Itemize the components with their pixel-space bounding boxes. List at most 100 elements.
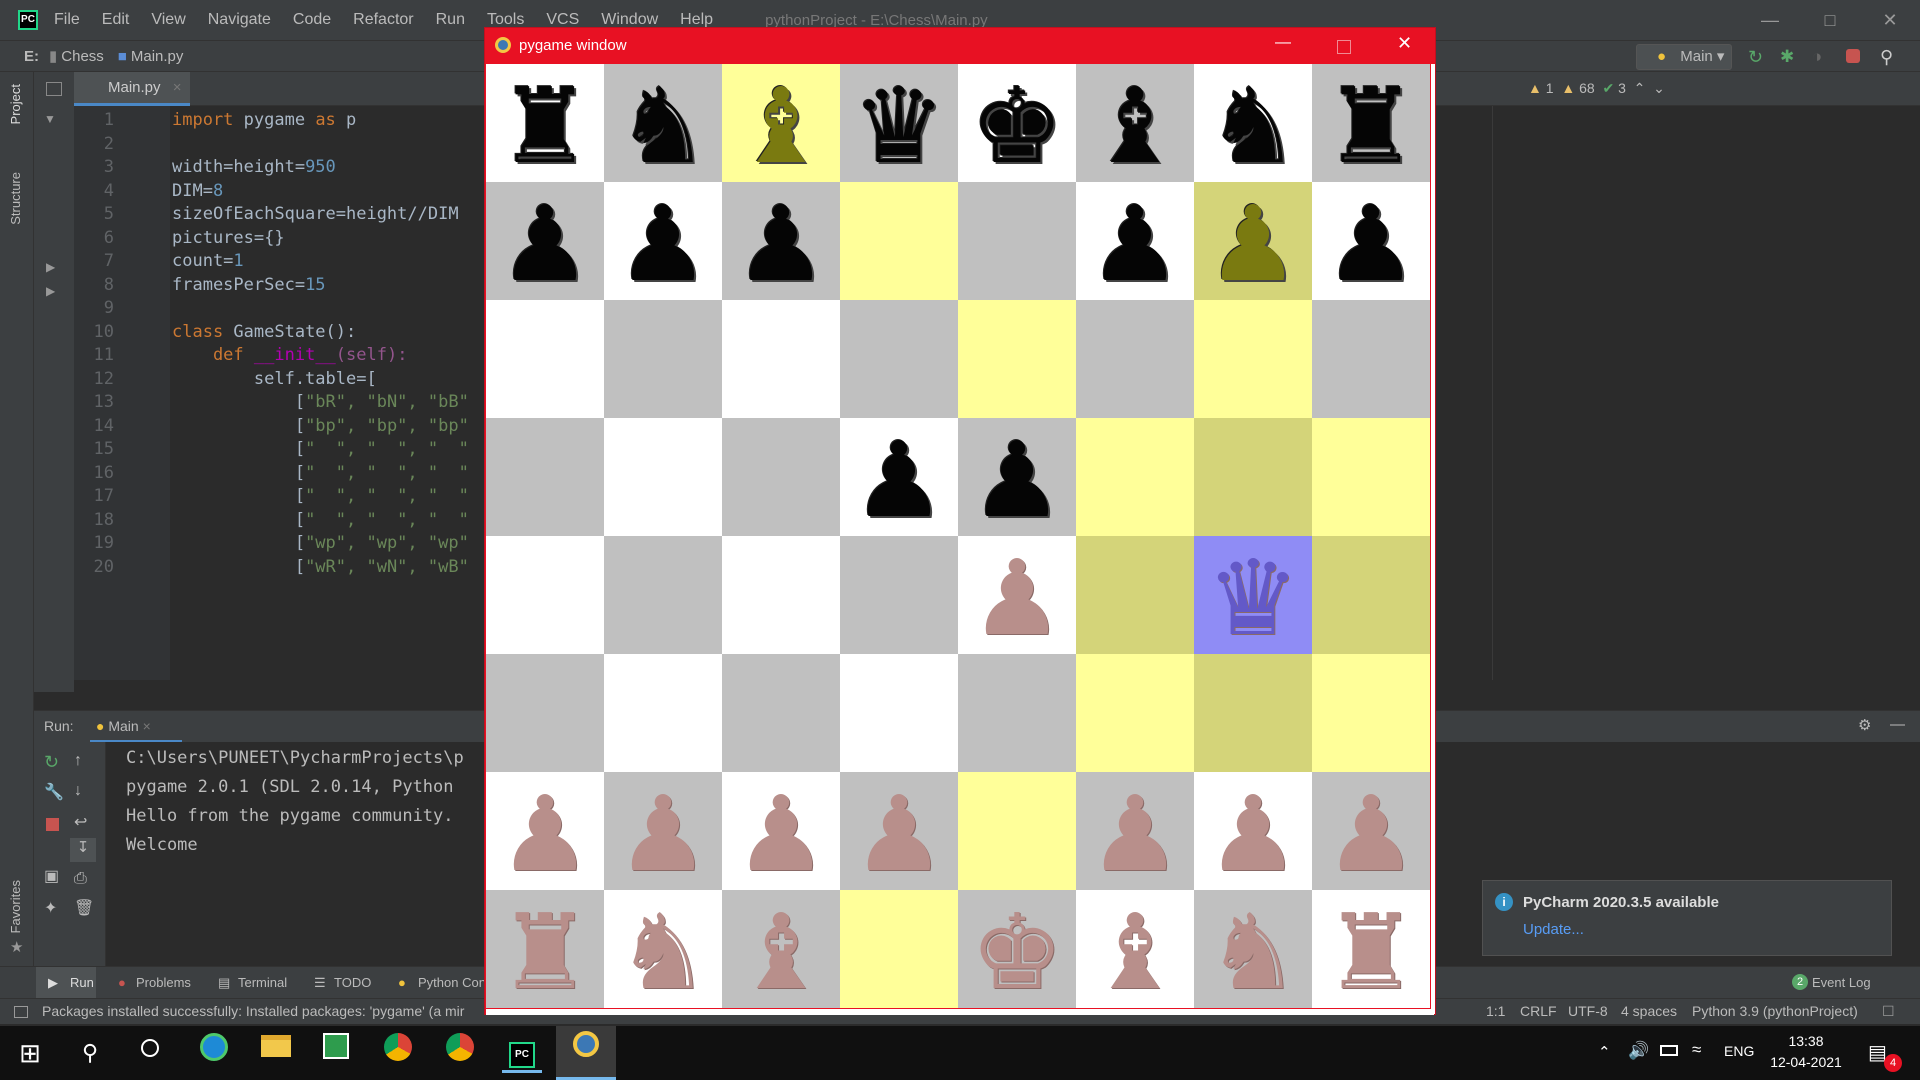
- black-pawn-icon[interactable]: ♟: [970, 428, 1063, 532]
- maximize-icon[interactable]: [1337, 40, 1351, 54]
- white-bishop-icon[interactable]: ♝: [1088, 900, 1181, 1004]
- menu-code[interactable]: Code: [293, 11, 331, 29]
- white-pawn-icon[interactable]: ♟: [616, 782, 709, 886]
- board-square[interactable]: [958, 654, 1076, 772]
- wifi-icon[interactable]: ≈: [1692, 1040, 1701, 1060]
- breadcrumb-drive[interactable]: E:: [24, 48, 39, 65]
- board-square[interactable]: ♚: [958, 890, 1076, 1008]
- board-square[interactable]: ♛: [1194, 536, 1312, 654]
- black-king-icon[interactable]: ♚: [970, 74, 1063, 178]
- edge-browser-icon[interactable]: [194, 1033, 234, 1073]
- white-king-icon[interactable]: ♚: [970, 900, 1063, 1004]
- board-square[interactable]: [840, 182, 958, 300]
- black-pawn-icon[interactable]: ♟: [852, 428, 945, 532]
- menu-view[interactable]: View: [151, 11, 185, 29]
- layout-icon[interactable]: ▣: [44, 866, 59, 886]
- board-square[interactable]: ♜: [486, 64, 604, 182]
- white-pawn-icon[interactable]: ♟: [1324, 782, 1417, 886]
- board-square[interactable]: ♟: [958, 536, 1076, 654]
- file-explorer-icon[interactable]: [256, 1033, 296, 1073]
- chevron-right-icon[interactable]: ▶: [46, 284, 55, 298]
- scroll-to-end-icon[interactable]: ↧: [70, 838, 96, 862]
- white-queen-icon[interactable]: ♛: [1206, 546, 1299, 650]
- tab-main-py[interactable]: Main.py ×: [74, 72, 190, 106]
- wrench-icon[interactable]: 🔧: [44, 782, 64, 802]
- debug-icon[interactable]: ✱: [1780, 47, 1800, 67]
- pin-icon[interactable]: ✦: [44, 898, 57, 918]
- menu-edit[interactable]: Edit: [102, 11, 130, 29]
- black-knight-icon[interactable]: ♞: [1206, 74, 1299, 178]
- search-icon[interactable]: ⚲: [70, 1033, 110, 1073]
- black-pawn-icon[interactable]: ♟: [498, 192, 591, 296]
- search-icon[interactable]: ⚲: [1880, 47, 1900, 67]
- board-square[interactable]: ♟: [840, 418, 958, 536]
- board-square[interactable]: ♛: [840, 64, 958, 182]
- chess-board[interactable]: ♜ ♞ ♝ ♛ ♚ ♝ ♞ ♜ ♟ ♟ ♟ ♟ ♟ ♟ ♟ ♟ ♟ ♛ ♟ ♟ ♟ ♟ ♟ ♟ ♟ ♜ ♞ ♝ ♚ ♝ ♞ ♜: [486, 64, 1431, 1009]
- board-square[interactable]: [604, 536, 722, 654]
- chevron-right-icon[interactable]: ▶: [46, 260, 55, 274]
- board-square[interactable]: [1194, 654, 1312, 772]
- black-bishop-icon[interactable]: ♝: [734, 74, 827, 178]
- board-square[interactable]: ♟: [958, 418, 1076, 536]
- board-square[interactable]: [604, 300, 722, 418]
- rerun-icon[interactable]: ↻: [44, 752, 59, 773]
- board-square[interactable]: [486, 654, 604, 772]
- chevron-up-icon[interactable]: ⌃: [1634, 80, 1646, 96]
- update-link[interactable]: Update...: [1523, 921, 1584, 938]
- status-message[interactable]: Packages installed successfully: Install…: [42, 1003, 464, 1019]
- soft-wrap-icon[interactable]: ↩: [74, 812, 87, 832]
- menu-refactor[interactable]: Refactor: [353, 11, 413, 29]
- board-square[interactable]: ♟: [1312, 772, 1430, 890]
- board-square[interactable]: ♞: [1194, 64, 1312, 182]
- bottom-tab-problems[interactable]: Problems: [136, 975, 191, 990]
- breadcrumb-file[interactable]: Main.py: [131, 48, 184, 65]
- structure-tool-tab[interactable]: Structure: [8, 172, 23, 225]
- photos-app-icon[interactable]: [316, 1033, 356, 1073]
- board-square[interactable]: [486, 536, 604, 654]
- bottom-tab-terminal[interactable]: Terminal: [238, 975, 287, 990]
- board-square[interactable]: [722, 654, 840, 772]
- line-separator[interactable]: CRLF: [1520, 1003, 1557, 1019]
- board-square[interactable]: ♟: [1194, 772, 1312, 890]
- pycharm-taskbar-icon[interactable]: PC: [502, 1033, 542, 1073]
- run-tab-main[interactable]: ● Main ×: [90, 711, 182, 743]
- indent-setting[interactable]: 4 spaces: [1621, 1003, 1677, 1019]
- board-square[interactable]: ♟: [1076, 182, 1194, 300]
- board-square[interactable]: [486, 418, 604, 536]
- pygame-title-bar[interactable]: pygame window — ✕: [485, 28, 1435, 64]
- minimize-icon[interactable]: —: [1275, 34, 1291, 52]
- maximize-icon[interactable]: □: [1800, 0, 1860, 40]
- board-square[interactable]: ♚: [958, 64, 1076, 182]
- stop-icon[interactable]: [1846, 49, 1860, 63]
- board-square[interactable]: ♞: [604, 890, 722, 1008]
- black-pawn-icon[interactable]: ♟: [616, 192, 709, 296]
- white-pawn-icon[interactable]: ♟: [734, 782, 827, 886]
- panel-toggle-icon[interactable]: [14, 1006, 28, 1018]
- board-square[interactable]: ♝: [1076, 64, 1194, 182]
- coverage-icon[interactable]: ◑: [1812, 47, 1832, 67]
- black-bishop-icon[interactable]: ♝: [1088, 74, 1181, 178]
- board-square[interactable]: ♟: [1194, 182, 1312, 300]
- board-square[interactable]: ♟: [722, 182, 840, 300]
- clock-time[interactable]: 13:38: [1770, 1033, 1842, 1049]
- board-square[interactable]: [722, 418, 840, 536]
- board-square[interactable]: [958, 300, 1076, 418]
- inspection-widget[interactable]: ▲ 1 ▲ 68 ✔ 3 ⌃ ⌄: [1528, 80, 1665, 97]
- menu-file[interactable]: File: [54, 11, 80, 29]
- black-rook-icon[interactable]: ♜: [498, 74, 591, 178]
- white-knight-icon[interactable]: ♞: [1206, 900, 1299, 1004]
- chrome-profile-icon[interactable]: [378, 1033, 418, 1073]
- close-icon[interactable]: ✕: [1860, 0, 1920, 40]
- board-square[interactable]: [1312, 536, 1430, 654]
- board-square[interactable]: ♜: [1312, 890, 1430, 1008]
- task-view-icon[interactable]: [130, 1033, 170, 1073]
- white-rook-icon[interactable]: ♜: [498, 900, 591, 1004]
- panel-layout-icon[interactable]: [46, 82, 62, 96]
- run-configuration-select[interactable]: ● Main ▾: [1636, 44, 1732, 70]
- black-queen-icon[interactable]: ♛: [852, 74, 945, 178]
- board-square[interactable]: [1194, 300, 1312, 418]
- board-square[interactable]: ♜: [1312, 64, 1430, 182]
- windows-start-icon[interactable]: ⊞: [10, 1033, 50, 1073]
- white-pawn-icon[interactable]: ♟: [498, 782, 591, 886]
- close-tab-icon[interactable]: ×: [143, 718, 151, 734]
